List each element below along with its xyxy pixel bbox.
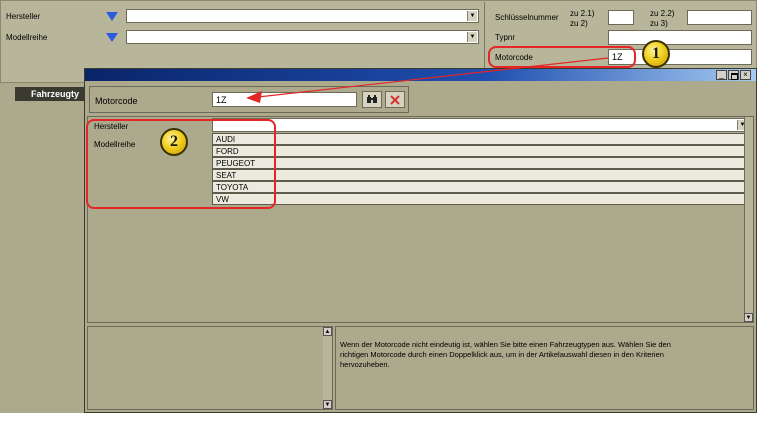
step-two-badge: 2 xyxy=(160,128,188,156)
step-one-badge: 1 xyxy=(642,40,670,68)
